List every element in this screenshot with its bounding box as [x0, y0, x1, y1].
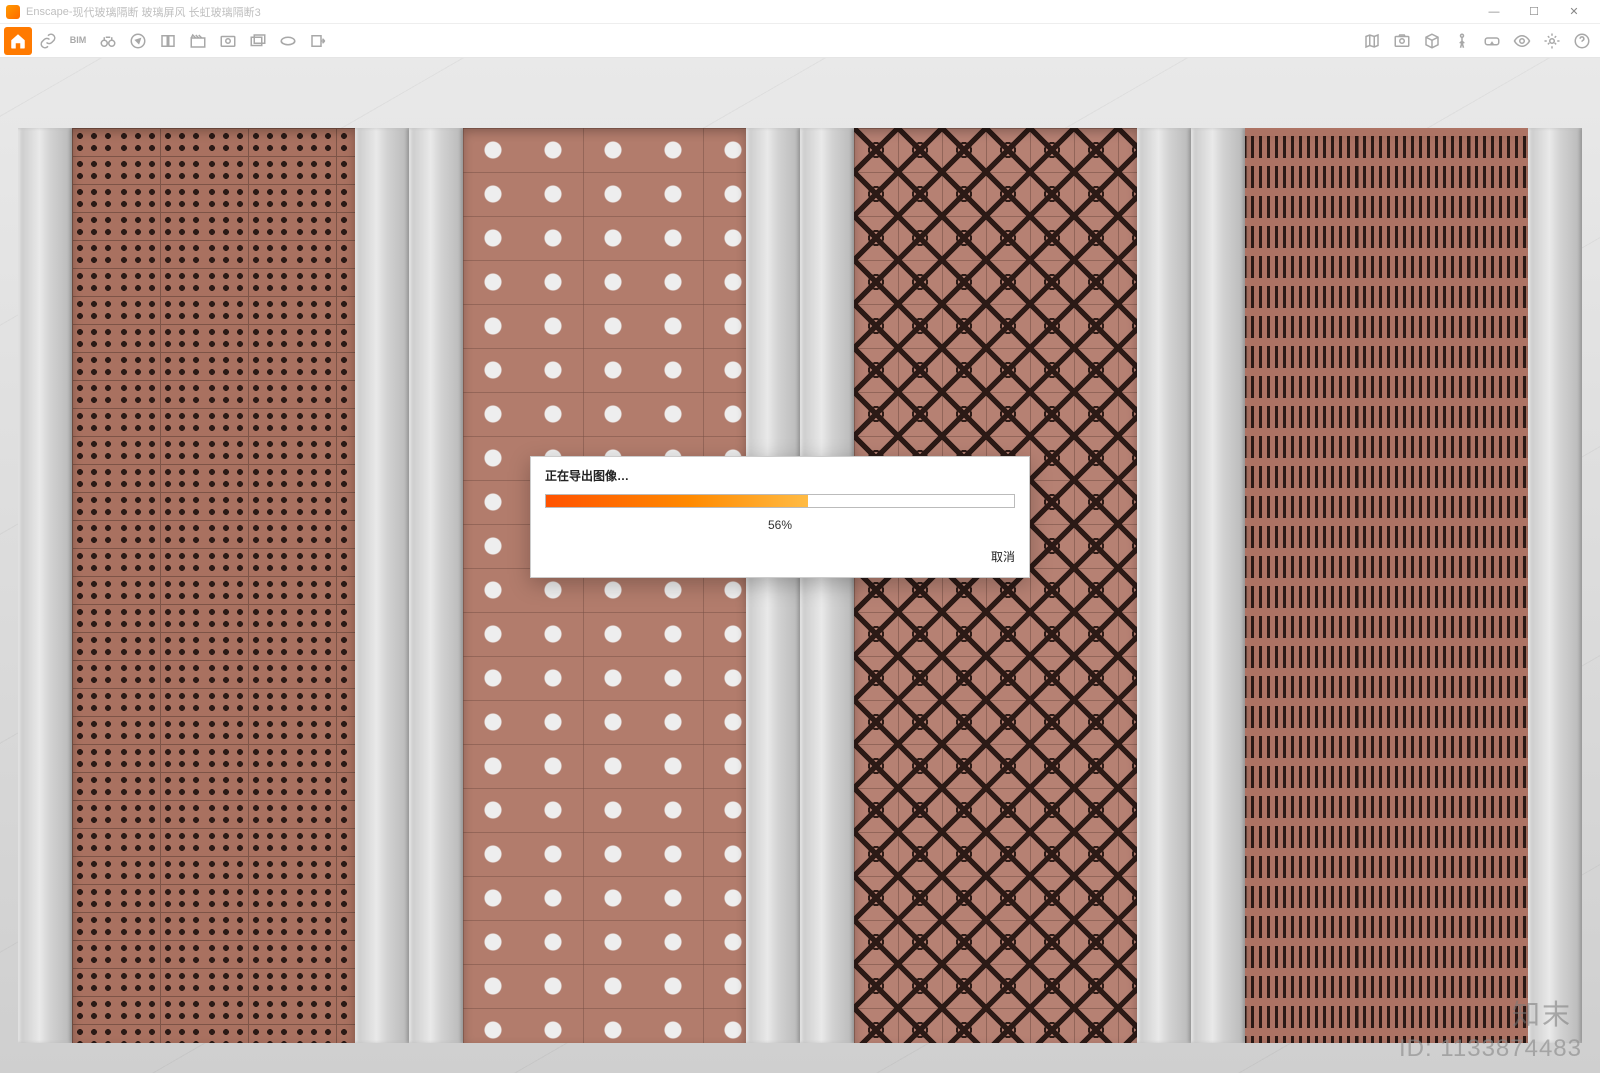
pillar	[1528, 128, 1582, 1043]
panel-1	[18, 128, 409, 1043]
export-icon[interactable]	[304, 27, 332, 55]
pillar	[800, 128, 854, 1043]
panel-3	[800, 128, 1191, 1043]
toolbar: BIM	[0, 24, 1600, 58]
batch-export-icon[interactable]	[244, 27, 272, 55]
home-icon[interactable]	[4, 27, 32, 55]
gear-icon[interactable]	[1538, 27, 1566, 55]
app-name: Enscape	[26, 6, 69, 18]
pillar	[746, 128, 800, 1043]
brick-pattern-slots	[1245, 128, 1528, 1043]
compass-icon[interactable]	[124, 27, 152, 55]
panel-2	[409, 128, 800, 1043]
dialog-actions: 取消	[531, 542, 1029, 577]
progress-percent-label: 56%	[531, 512, 1029, 542]
clapper-icon[interactable]	[184, 27, 212, 55]
app-logo-icon	[6, 5, 20, 19]
pillar	[18, 128, 72, 1043]
dialog-title: 正在导出图像…	[531, 457, 1029, 490]
map-icon[interactable]	[1358, 27, 1386, 55]
title-bar: Enscape - 现代玻璃隔断 玻璃屏风 长虹玻璃隔断3 — ☐ ✕	[0, 0, 1600, 24]
pillar	[1137, 128, 1191, 1043]
walk-icon[interactable]	[1448, 27, 1476, 55]
progress-bar	[545, 494, 1015, 508]
maximize-button[interactable]: ☐	[1514, 1, 1554, 23]
pano360-icon[interactable]	[274, 27, 302, 55]
progress-bar-fill	[546, 495, 808, 507]
screenshot-icon[interactable]	[1388, 27, 1416, 55]
watermark-id: ID: 1133874483	[1399, 1035, 1582, 1063]
capture-icon[interactable]	[214, 27, 242, 55]
help-icon[interactable]	[1568, 27, 1596, 55]
eye-icon[interactable]	[1508, 27, 1536, 55]
watermark-brand: 知末	[1512, 993, 1572, 1033]
link-icon[interactable]	[34, 27, 62, 55]
pillar	[409, 128, 463, 1043]
binoculars-icon[interactable]	[94, 27, 122, 55]
cancel-button[interactable]: 取消	[991, 548, 1015, 565]
brick-pattern-dots-small	[72, 128, 355, 1043]
close-button[interactable]: ✕	[1554, 1, 1594, 23]
minimize-button[interactable]: —	[1474, 1, 1514, 23]
cube-icon[interactable]	[1418, 27, 1446, 55]
brick-pattern-holes-large	[463, 128, 746, 1043]
scene	[0, 128, 1600, 1043]
pillar	[355, 128, 409, 1043]
layers-icon[interactable]	[154, 27, 182, 55]
brick-pattern-decorative	[854, 128, 1137, 1043]
bim-icon[interactable]: BIM	[64, 27, 92, 55]
window-controls: — ☐ ✕	[1474, 1, 1594, 23]
panel-4	[1191, 128, 1582, 1043]
pillar	[1191, 128, 1245, 1043]
vr-icon[interactable]	[1478, 27, 1506, 55]
document-title: 现代玻璃隔断 玻璃屏风 长虹玻璃隔断3	[72, 4, 260, 20]
render-viewport[interactable]: 正在导出图像… 56% 取消 知末 ID: 1133874483	[0, 58, 1600, 1073]
export-progress-dialog: 正在导出图像… 56% 取消	[530, 456, 1030, 578]
